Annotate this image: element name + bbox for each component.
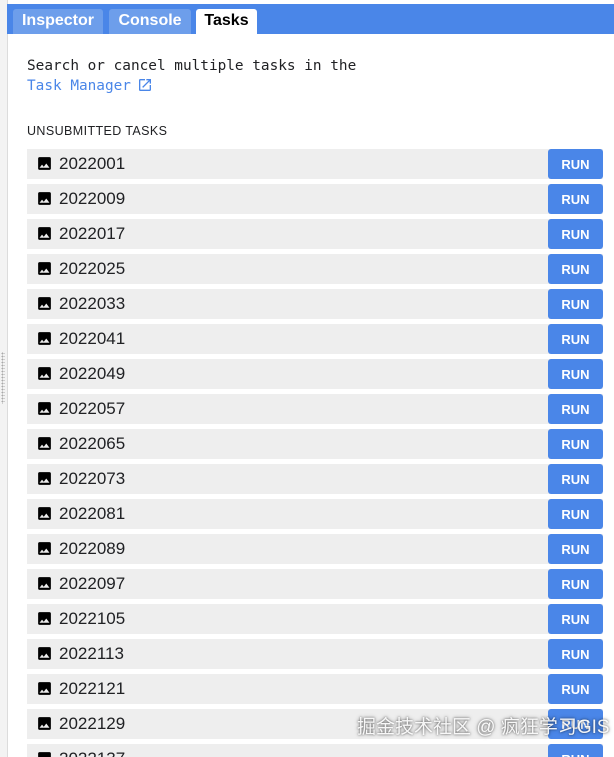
image-icon (36, 470, 53, 487)
task-name: 2022105 (59, 609, 126, 628)
image-icon (36, 330, 53, 347)
task-row[interactable]: 2022073 RUN (27, 464, 603, 494)
task-name: 2022025 (59, 259, 126, 278)
image-icon (36, 645, 53, 662)
task-row[interactable]: 2022025 RUN (27, 254, 603, 284)
run-button[interactable]: RUN (548, 394, 603, 424)
open-in-new-icon (138, 79, 151, 91)
tab-inspector[interactable]: Inspector (13, 9, 103, 34)
task-name: 2022137 (59, 744, 125, 757)
run-button[interactable]: RUN (548, 499, 603, 529)
task-name: 2022081 (59, 504, 126, 523)
image-icon (36, 610, 53, 627)
run-button[interactable]: RUN (548, 639, 603, 669)
image-icon (36, 260, 53, 277)
run-button[interactable]: RUN (548, 324, 603, 354)
task-row[interactable]: 2022057 RUN (27, 394, 603, 424)
help-message: Search or cancel multiple tasks in the (27, 58, 357, 74)
image-icon (36, 225, 53, 242)
run-button[interactable]: RUN (548, 359, 603, 389)
image-icon (36, 155, 53, 172)
task-name: 2022089 (59, 539, 126, 558)
task-name: 2022097 (59, 574, 126, 593)
run-button[interactable]: RUN (548, 464, 603, 494)
task-row[interactable]: 2022065 RUN (27, 429, 603, 459)
task-name: 2022009 (59, 189, 126, 208)
task-row[interactable]: 2022041 RUN (27, 324, 603, 354)
task-name: 2022121 (59, 679, 126, 698)
run-button[interactable]: RUN (548, 429, 603, 459)
run-button[interactable]: RUN (548, 184, 603, 214)
run-button[interactable]: RUN (548, 534, 603, 564)
task-row[interactable]: 2022137 RUN (27, 744, 603, 757)
task-row[interactable]: 2022033 RUN (27, 289, 603, 319)
run-button[interactable]: RUN (548, 569, 603, 599)
task-name: 2022113 (59, 644, 124, 663)
run-button[interactable]: RUN (548, 149, 603, 179)
app-frame: Inspector Console Tasks Search or cancel… (0, 0, 614, 757)
run-button[interactable]: RUN (548, 219, 603, 249)
run-button[interactable]: RUN (548, 674, 603, 704)
tab-tasks[interactable]: Tasks (196, 9, 257, 34)
left-panel-edge (0, 0, 8, 757)
task-name: 2022017 (59, 224, 126, 243)
image-icon (36, 365, 53, 382)
image-icon (36, 575, 53, 592)
resize-handle[interactable] (1, 352, 5, 404)
tab-console[interactable]: Console (109, 9, 191, 34)
image-icon (36, 715, 53, 732)
run-button[interactable]: RUN (548, 254, 603, 284)
task-name: 2022065 (59, 434, 126, 453)
task-row[interactable]: 2022017 RUN (27, 219, 603, 249)
task-name: 2022057 (59, 399, 126, 418)
help-text: Search or cancel multiple tasks in the T… (27, 56, 356, 96)
task-row[interactable]: 2022089 RUN (27, 534, 603, 564)
image-icon (36, 190, 53, 207)
image-icon (36, 750, 53, 757)
task-row[interactable]: 2022049 RUN (27, 359, 603, 389)
task-row[interactable]: 2022001 RUN (27, 149, 603, 179)
section-title: UNSUBMITTED TASKS (27, 124, 168, 138)
task-manager-link[interactable]: Task Manager (27, 78, 153, 94)
task-name: 2022049 (59, 364, 126, 383)
image-icon (36, 400, 53, 417)
tasks-panel: Search or cancel multiple tasks in the T… (8, 34, 614, 757)
task-manager-link-label: Task Manager (27, 78, 131, 94)
task-row[interactable]: 2022009 RUN (27, 184, 603, 214)
task-name: 2022041 (59, 329, 126, 348)
task-row[interactable]: 2022105 RUN (27, 604, 603, 634)
run-button[interactable]: RUN (548, 744, 603, 757)
task-row[interactable]: 2022081 RUN (27, 499, 603, 529)
task-row[interactable]: 2022121 RUN (27, 674, 603, 704)
image-icon (36, 540, 53, 557)
task-name: 2022001 (59, 154, 126, 173)
image-icon (36, 505, 53, 522)
tab-bar: Inspector Console Tasks (7, 4, 614, 34)
task-list: 2022001 RUN 2022009 RUN 2022017 RUN 2022025 RUN… (27, 149, 603, 757)
run-button[interactable]: RUN (548, 604, 603, 634)
run-button[interactable]: RUN (548, 289, 603, 319)
watermark: 掘金技术社区 @ 疯狂学习GIS (357, 717, 610, 738)
task-name: 2022129 (59, 714, 126, 733)
image-icon (36, 680, 53, 697)
image-icon (36, 435, 53, 452)
task-name: 2022073 (59, 469, 126, 488)
task-name: 2022033 (59, 294, 126, 313)
task-row[interactable]: 2022097 RUN (27, 569, 603, 599)
image-icon (36, 295, 53, 312)
task-row[interactable]: 2022113 RUN (27, 639, 603, 669)
